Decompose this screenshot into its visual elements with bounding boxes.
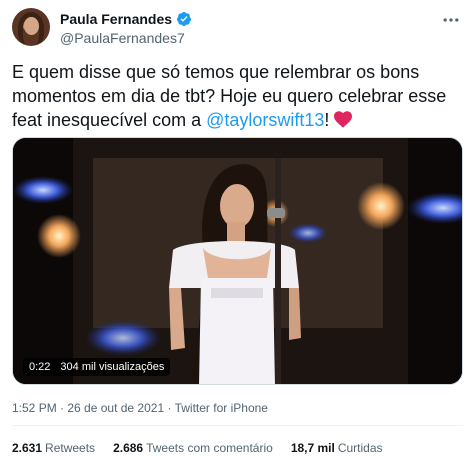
likes-count: 18,7 mil	[290, 441, 335, 455]
red-heart-icon	[334, 111, 353, 128]
author-avatar[interactable]	[12, 8, 50, 46]
verified-badge-icon	[177, 12, 192, 26]
tweet-text-line-2: momentos em dia de tbt? Hoje eu quero ce…	[12, 86, 447, 106]
tweet-text-line-1: E quem disse que só temos que relembrar …	[12, 62, 420, 82]
avatar-face	[24, 17, 39, 35]
mention-link[interactable]: @taylorswift13	[206, 110, 324, 130]
author-name-row: Paula Fernandes	[60, 11, 192, 27]
tweet-card: Paula Fernandes @PaulaFernandes7 E quem …	[0, 0, 475, 456]
more-options-icon[interactable]	[441, 10, 461, 30]
retweets-stat[interactable]: 2.631 Retweets	[12, 441, 95, 455]
meta-separator-1: ·	[56, 401, 68, 415]
retweets-label: Retweets	[45, 441, 96, 455]
quote-tweets-count: 2.686	[113, 441, 144, 455]
tweet-metadata: 1:52 PM · 26 de out de 2021 · Twitter fo…	[12, 401, 268, 415]
video-views: 304 mil visualizações	[60, 361, 165, 373]
tweet-text-line-3: feat inesquecível com a @taylorswift13!	[12, 108, 464, 132]
video-frame	[13, 138, 462, 384]
tweet-stats: 2.631 Retweets 2.686 Tweets com comentário…	[12, 441, 383, 455]
quote-tweets-label: Tweets com comentário	[146, 441, 273, 455]
video-info-badge: 0:22 304 mil visualizações	[23, 358, 171, 376]
tweet-source[interactable]: Twitter for iPhone	[175, 401, 268, 415]
video-duration: 0:22	[29, 361, 51, 373]
author-handle[interactable]: @PaulaFernandes7	[60, 30, 185, 46]
retweets-count: 2.631	[12, 441, 43, 455]
tweet-date[interactable]: 26 de out de 2021	[67, 401, 164, 415]
tweet-time[interactable]: 1:52 PM	[12, 401, 57, 415]
likes-stat[interactable]: 18,7 mil Curtidas	[291, 441, 383, 455]
quote-tweets-stat[interactable]: 2.686 Tweets com comentário	[113, 441, 273, 455]
meta-separator-2: ·	[164, 401, 175, 415]
tweet-text-line-3-end: !	[324, 110, 330, 130]
video-player[interactable]: 0:22 304 mil visualizações	[12, 137, 463, 385]
likes-label: Curtidas	[337, 441, 383, 455]
tweet-text-line-3-start: feat inesquecível com a	[12, 110, 207, 130]
author-display-name[interactable]: Paula Fernandes	[60, 11, 172, 27]
tweet-text: E quem disse que só temos que relembrar …	[12, 60, 464, 132]
divider	[12, 425, 463, 426]
